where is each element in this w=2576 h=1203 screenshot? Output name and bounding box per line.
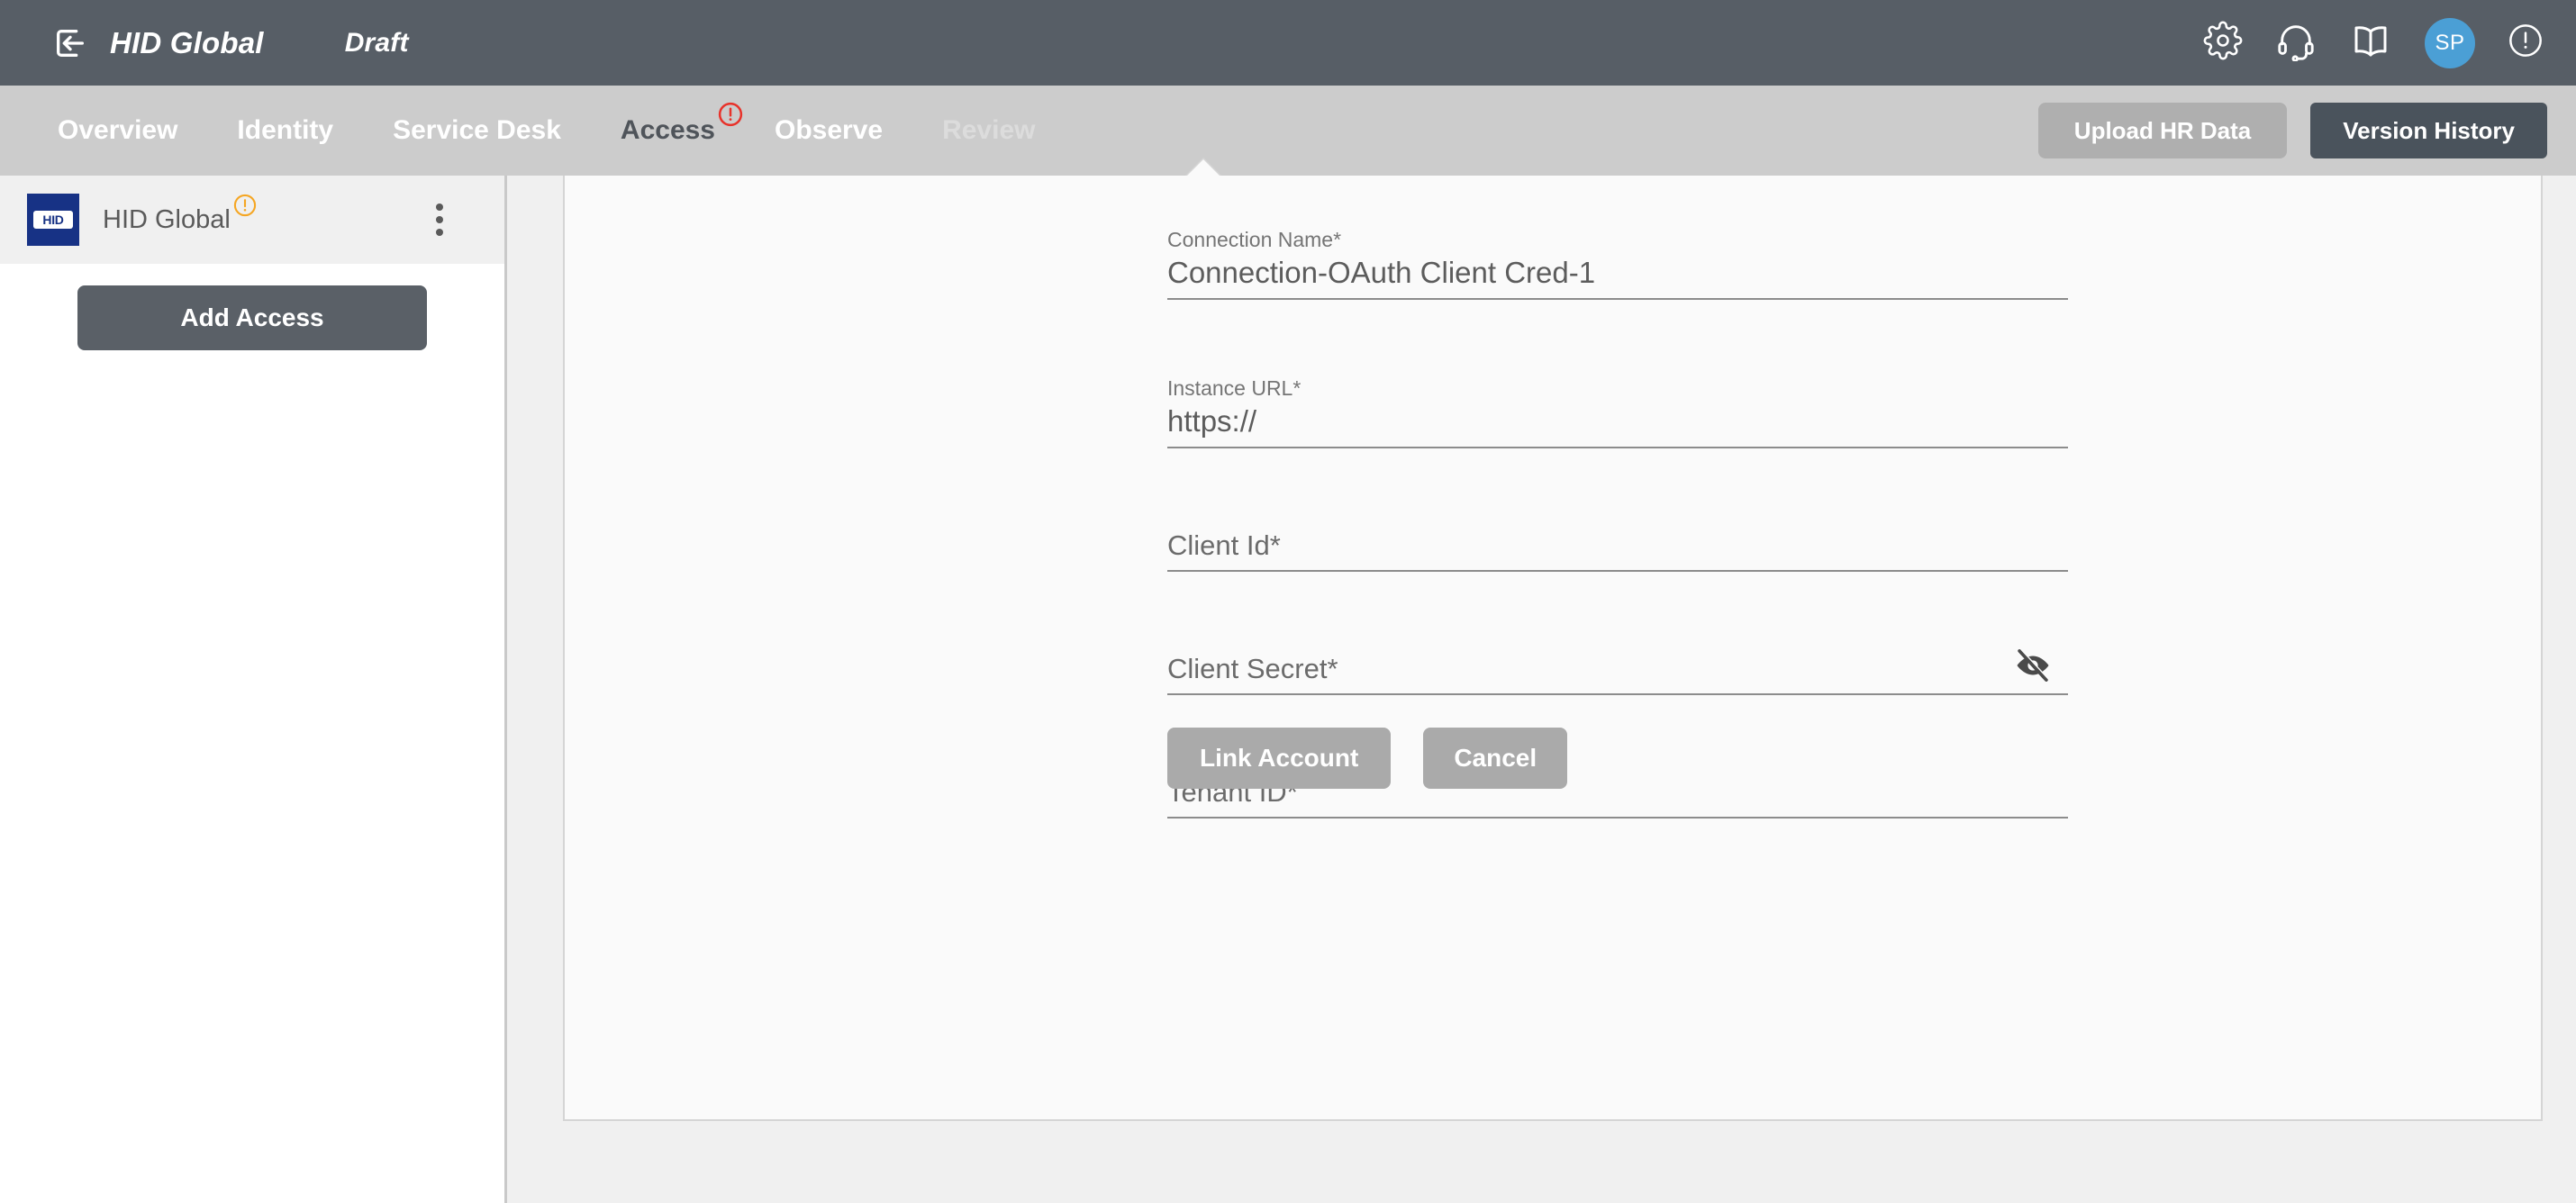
tab-identity[interactable]: Identity — [237, 115, 333, 146]
nav-tab-list: Overview Identity Service Desk Access Ob… — [0, 102, 1094, 146]
headset-icon[interactable] — [2275, 20, 2317, 66]
avatar[interactable]: SP — [2425, 17, 2475, 68]
kebab-menu-icon[interactable] — [431, 198, 449, 241]
warning-exclamation-icon — [232, 193, 258, 218]
app-header: HID Global Draft SP — [0, 0, 2576, 86]
cancel-button[interactable]: Cancel — [1423, 728, 1568, 789]
connection-form-card: Connection Name* Connection-OAuth Client… — [563, 159, 2543, 1121]
hid-logo-text: HID — [33, 211, 73, 229]
hid-logo-icon: HID — [27, 194, 79, 246]
nav-action-buttons: Upload HR Data Version History — [2037, 103, 2547, 158]
status-badge: Draft — [344, 27, 409, 58]
book-icon[interactable] — [2349, 19, 2392, 67]
add-access-button[interactable]: Add Access — [77, 285, 427, 350]
connection-name-text: HID Global — [103, 204, 231, 234]
kebab-dot — [436, 204, 443, 211]
connection-name-field[interactable]: Connection Name* Connection-OAuth Client… — [1167, 228, 2068, 300]
header-right-group: SP — [2203, 0, 2544, 86]
instance-url-field[interactable]: Instance URL* https:// — [1167, 376, 2068, 448]
connection-name-value: Connection-OAuth Client Cred-1 — [1167, 256, 1596, 289]
kebab-dot — [436, 216, 443, 223]
eye-off-icon[interactable] — [2014, 647, 2052, 684]
client-secret-field[interactable]: Client Secret* — [1167, 648, 2068, 695]
instance-url-label: Instance URL* — [1167, 376, 1302, 400]
kebab-dot — [436, 229, 443, 236]
tab-overview[interactable]: Overview — [58, 115, 177, 146]
client-secret-placeholder: Client Secret* — [1167, 653, 1338, 684]
card-pointer-caret — [1185, 159, 1221, 177]
tab-observe[interactable]: Observe — [775, 115, 883, 146]
client-id-placeholder: Client Id* — [1167, 529, 1281, 561]
exit-arrow-icon[interactable] — [52, 25, 88, 61]
connection-name-label: HID Global — [103, 194, 256, 235]
header-left-group: HID Global Draft — [0, 25, 409, 61]
client-id-field[interactable]: Client Id* — [1167, 525, 2068, 572]
tab-access[interactable]: Access — [620, 102, 743, 146]
body-area: HID HID Global Add Access Connection Nam… — [0, 159, 2576, 1203]
version-history-button[interactable]: Version History — [2310, 103, 2547, 158]
sidebar-item-hid-global[interactable]: HID HID Global — [0, 176, 504, 264]
page-title: HID Global — [110, 25, 264, 59]
form-actions: Link Account Cancel — [1167, 728, 1568, 789]
instance-url-value: https:// — [1167, 404, 1257, 438]
connection-name-label: Connection Name* — [1167, 228, 1342, 251]
tab-access-label: Access — [620, 115, 715, 145]
exclamation-circle-icon[interactable] — [2508, 23, 2544, 63]
gear-icon[interactable] — [2203, 21, 2243, 65]
main-navigation: Overview Identity Service Desk Access Ob… — [0, 86, 2576, 176]
tab-service-desk[interactable]: Service Desk — [393, 115, 561, 146]
connection-form: Connection Name* Connection-OAuth Client… — [1167, 228, 2068, 895]
tab-review: Review — [942, 115, 1036, 145]
connections-sidebar: HID HID Global Add Access — [0, 176, 507, 1203]
exclamation-circle-icon — [717, 101, 744, 128]
upload-hr-data-button[interactable]: Upload HR Data — [2037, 103, 2288, 158]
link-account-button[interactable]: Link Account — [1167, 728, 1392, 789]
main-content-pane: Connection Name* Connection-OAuth Client… — [510, 159, 2576, 1203]
